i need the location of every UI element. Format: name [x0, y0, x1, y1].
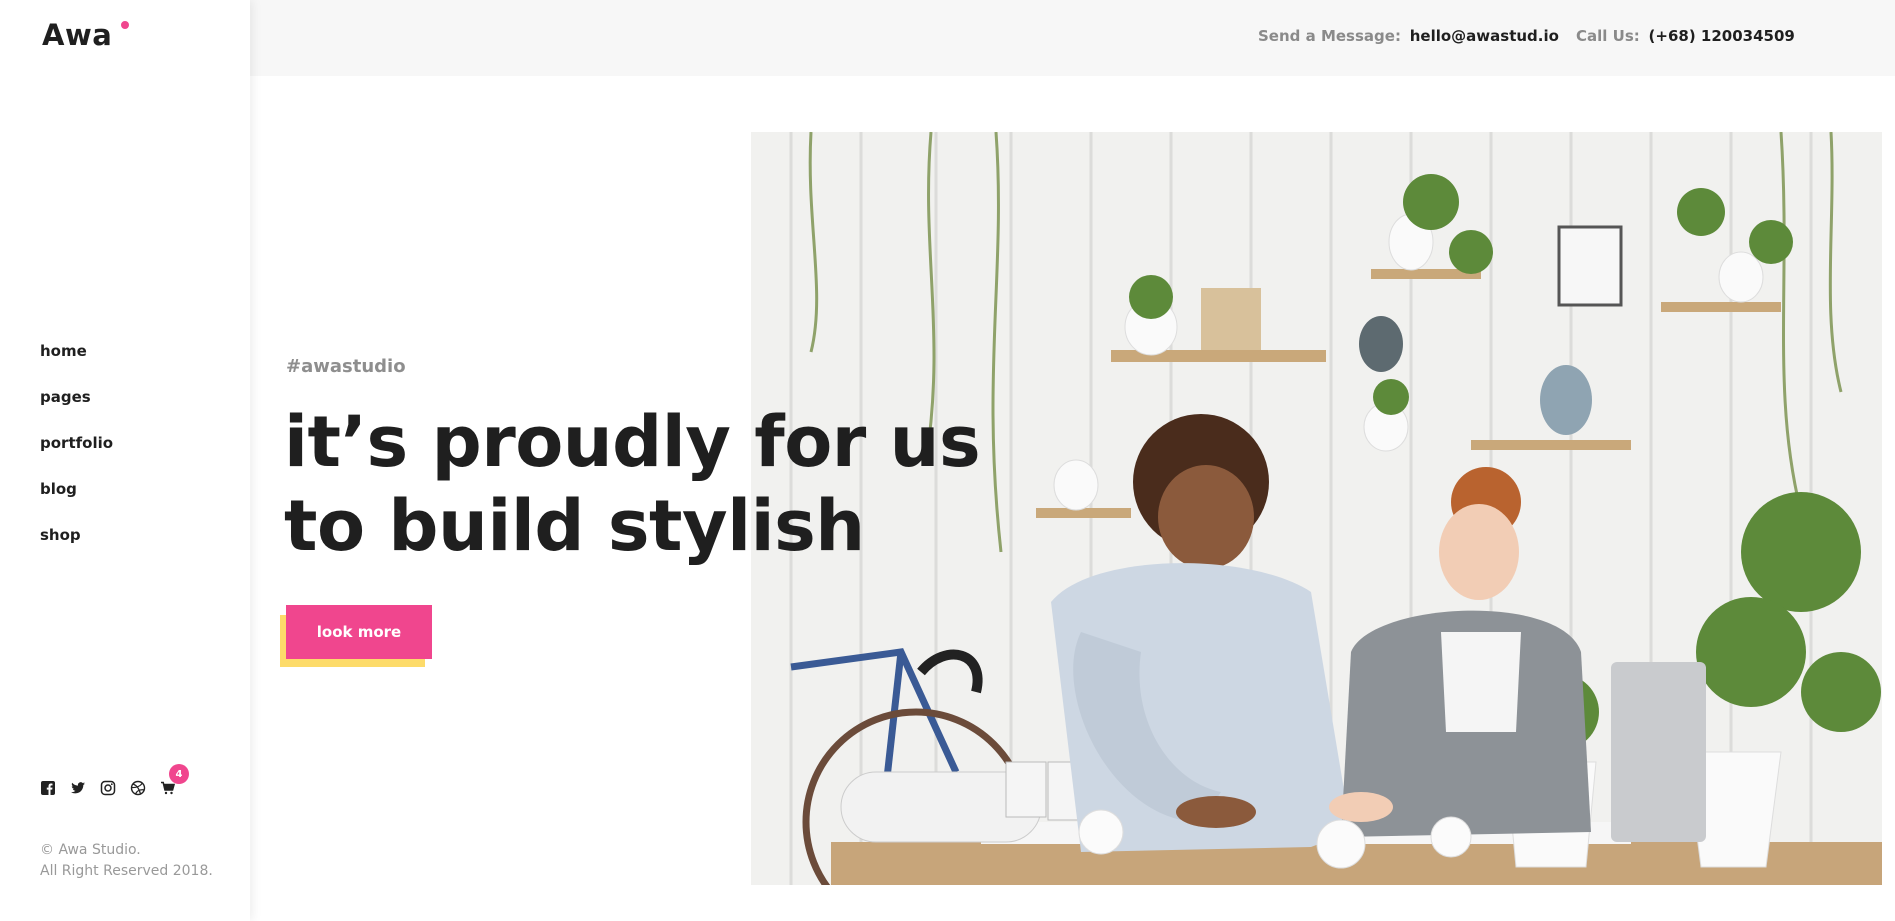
facebook-icon[interactable]: [40, 780, 56, 796]
social-links: 4: [40, 764, 189, 796]
topbar: Send a Message: hello@awastud.io Call Us…: [250, 0, 1895, 76]
look-more-button[interactable]: look more: [286, 605, 432, 659]
message-label: Send a Message:: [1258, 27, 1401, 45]
cart-count-badge: 4: [169, 764, 189, 784]
dribbble-icon[interactable]: [130, 780, 146, 796]
hero-headline-line-2: to build stylish: [284, 485, 865, 567]
copyright-line-1: © Awa Studio.: [40, 842, 141, 858]
phone-link[interactable]: (+68) 120034509: [1649, 27, 1795, 45]
main-nav: home pages portfolio blog shop: [40, 340, 113, 570]
contact-call: Call Us: (+68) 120034509: [1576, 27, 1795, 45]
logo[interactable]: Awa: [42, 18, 112, 52]
email-link[interactable]: hello@awastud.io: [1410, 27, 1559, 45]
instagram-icon[interactable]: [100, 780, 116, 796]
twitter-icon[interactable]: [70, 780, 86, 796]
contact-message: Send a Message: hello@awastud.io: [1258, 27, 1559, 45]
copyright: © Awa Studio. All Right Reserved 2018.: [40, 840, 213, 882]
nav-item-blog[interactable]: blog: [40, 478, 77, 500]
logo-dot: [121, 21, 129, 29]
hero-headline: it’s proudly for us to build stylish: [284, 400, 981, 568]
nav-item-pages[interactable]: pages: [40, 386, 91, 408]
nav-item-portfolio[interactable]: portfolio: [40, 432, 113, 454]
cart-icon[interactable]: 4: [160, 764, 189, 796]
copyright-line-2: All Right Reserved 2018.: [40, 863, 213, 879]
hero-headline-line-1: it’s proudly for us: [284, 401, 981, 483]
call-label: Call Us:: [1576, 27, 1640, 45]
nav-item-home[interactable]: home: [40, 340, 87, 362]
nav-item-shop[interactable]: shop: [40, 524, 81, 546]
sidebar: Awa home pages portfolio blog shop 4 © A…: [0, 0, 250, 921]
hero-tagline: #awastudio: [286, 356, 406, 377]
